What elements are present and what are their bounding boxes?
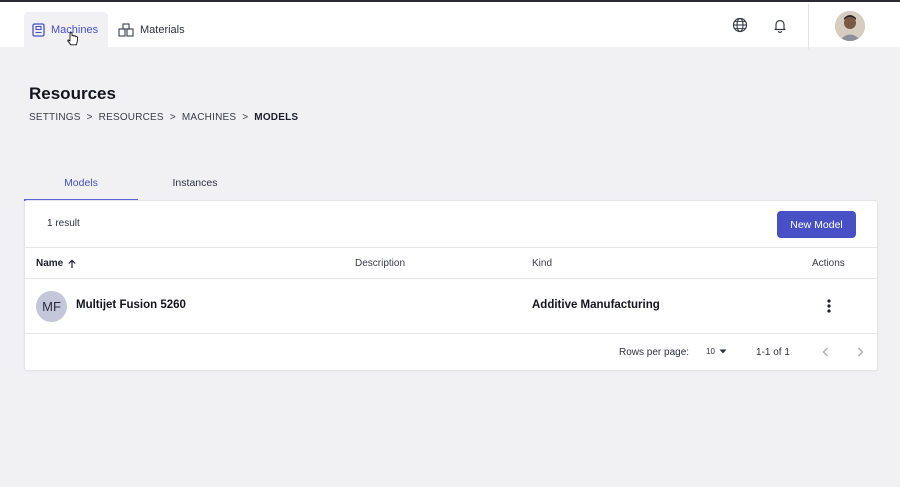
- model-name[interactable]: Multijet Fusion 5260: [76, 299, 186, 311]
- user-avatar[interactable]: [835, 11, 865, 41]
- tab-instances[interactable]: Instances: [138, 170, 252, 201]
- models-table-card: 1 result New Model Name Description Kind…: [24, 200, 878, 371]
- model-kind: Additive Manufacturing: [532, 299, 660, 311]
- breadcrumb-settings[interactable]: SETTINGS: [29, 112, 81, 123]
- materials-icon: [118, 22, 134, 37]
- machine-icon: [32, 22, 45, 37]
- column-header-actions: Actions: [812, 258, 845, 269]
- rows-per-page-label: Rows per page:: [619, 347, 690, 358]
- column-header-description: Description: [355, 258, 406, 269]
- chevron-left-icon[interactable]: [819, 345, 833, 359]
- user-photo-icon: [835, 11, 865, 41]
- table-toolbar: 1 result New Model: [25, 201, 877, 248]
- tab-models[interactable]: Models: [24, 170, 138, 201]
- model-avatar: MF: [36, 291, 67, 322]
- column-header-name[interactable]: Name: [36, 258, 77, 269]
- breadcrumb-machines[interactable]: MACHINES: [182, 112, 236, 123]
- breadcrumb: SETTINGS > RESOURCES > MACHINES > MODELS: [29, 112, 298, 123]
- globe-icon[interactable]: [731, 16, 749, 34]
- chevron-right-icon[interactable]: [853, 345, 867, 359]
- table-pagination: Rows per page: 10 1-1 of 1: [25, 334, 877, 372]
- sort-ascending-icon: [68, 258, 76, 268]
- breadcrumb-models: MODELS: [254, 112, 299, 123]
- breadcrumb-separator: >: [169, 112, 176, 123]
- caret-down-icon: [719, 349, 727, 354]
- content-tabs: Models Instances: [24, 170, 878, 201]
- topbar-divider: [808, 4, 809, 49]
- pagination-range: 1-1 of 1: [756, 347, 790, 358]
- column-header-kind: Kind: [532, 258, 553, 269]
- breadcrumb-separator: >: [86, 112, 93, 123]
- column-header-label: Name: [36, 258, 64, 269]
- table-header: Name Description Kind Actions: [25, 248, 877, 279]
- nav-tab-materials[interactable]: Materials: [110, 12, 193, 47]
- rows-per-page-select[interactable]: 10: [706, 347, 727, 356]
- breadcrumb-separator: >: [242, 112, 249, 123]
- nav-tab-label: Materials: [140, 23, 185, 36]
- nav-tab-machines[interactable]: Machines: [24, 12, 108, 47]
- bell-icon[interactable]: [771, 16, 789, 34]
- breadcrumb-resources[interactable]: RESOURCES: [99, 112, 164, 123]
- new-model-button[interactable]: New Model: [777, 211, 856, 238]
- result-count: 1 result: [47, 218, 80, 229]
- mouse-cursor-icon: [67, 32, 78, 46]
- rows-per-page-value: 10: [706, 347, 715, 356]
- table-row[interactable]: MF Multijet Fusion 5260 Additive Manufac…: [25, 279, 877, 334]
- page-title: Resources: [29, 84, 116, 103]
- more-actions-icon[interactable]: [823, 297, 835, 315]
- top-bar: Machines Materials: [0, 0, 900, 49]
